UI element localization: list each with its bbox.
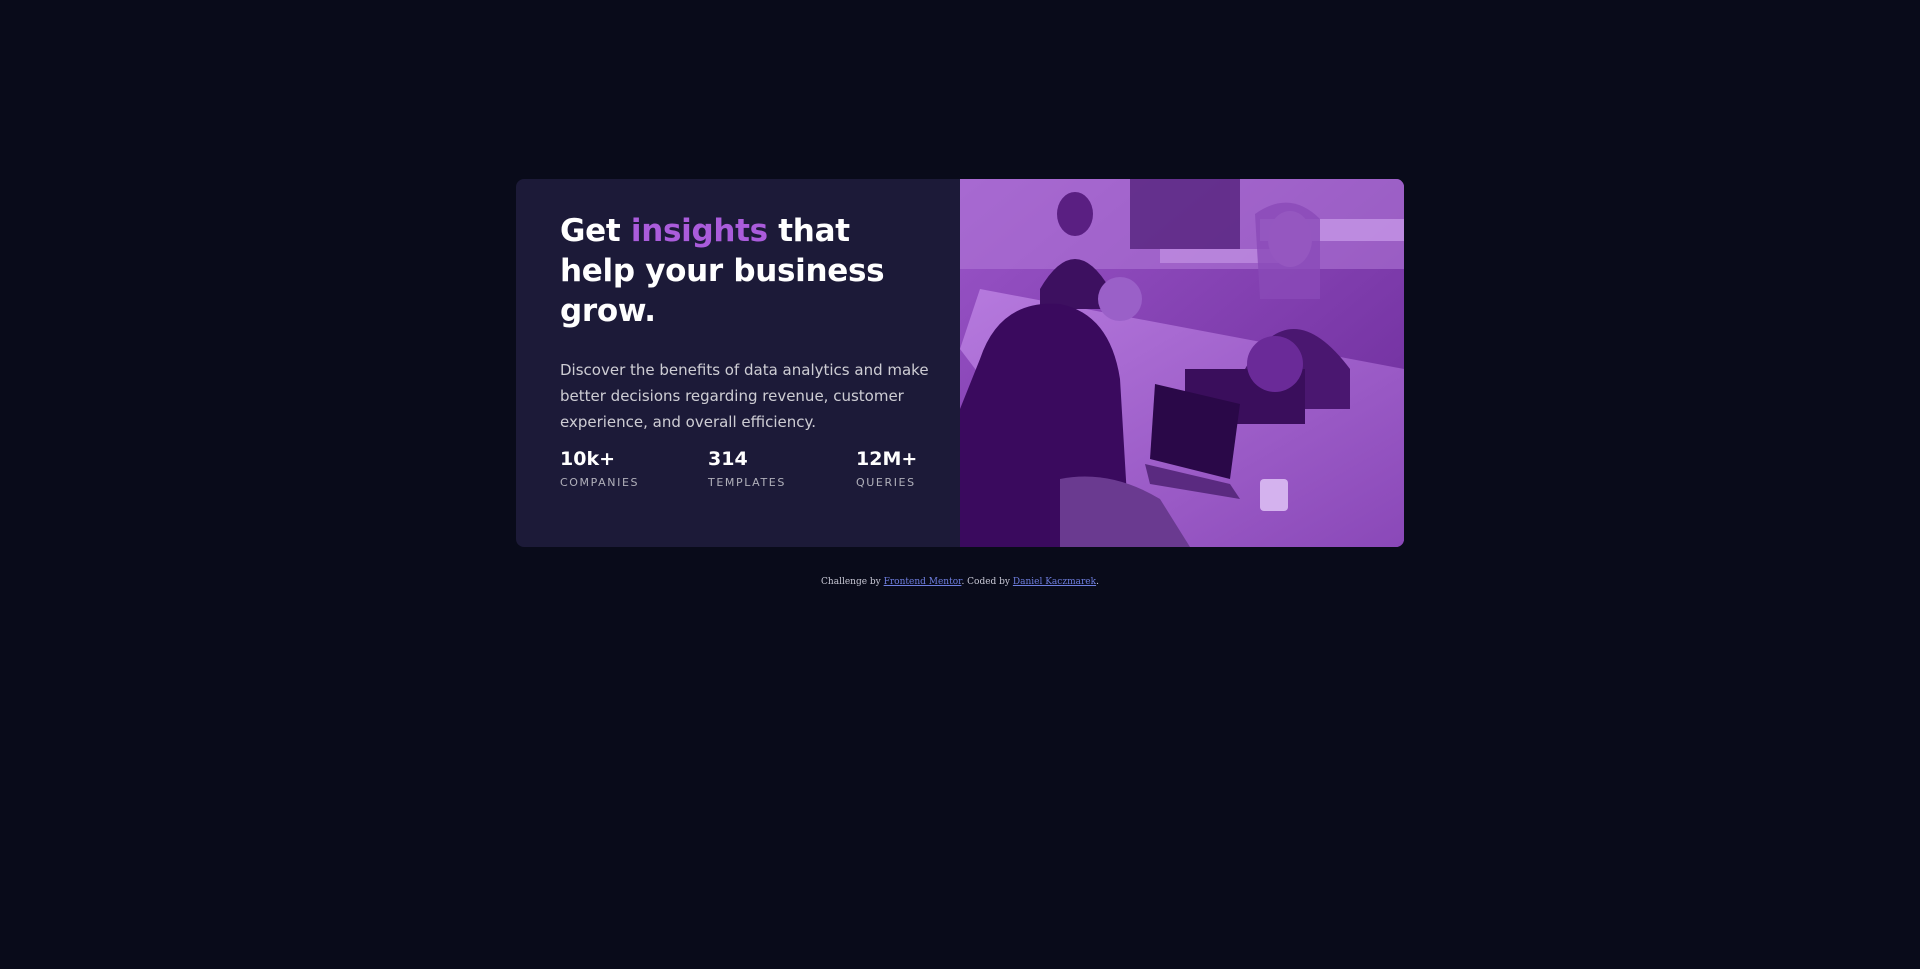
- page: Get insights that help your business gro…: [0, 0, 1920, 969]
- office-team-photo-icon: [960, 179, 1404, 547]
- stat-queries: 12M+ QUERIES: [856, 447, 930, 489]
- stats-preview-card: Get insights that help your business gro…: [516, 179, 1404, 547]
- headline-accent: insights: [630, 213, 768, 249]
- stat-value: 314: [708, 448, 748, 470]
- stats-row: 10k+ COMPANIES 314 TEMPLATES 12M+ QUERIE…: [560, 447, 930, 489]
- attribution: Challenge by Frontend Mentor. Coded by D…: [0, 577, 1920, 587]
- attribution-end-text: .: [1096, 577, 1099, 587]
- headline: Get insights that help your business gro…: [560, 211, 916, 331]
- headline-prefix: Get: [560, 213, 631, 249]
- stat-label: QUERIES: [856, 476, 916, 489]
- stat-label: TEMPLATES: [708, 476, 786, 489]
- frontend-mentor-link[interactable]: Frontend Mentor: [884, 577, 962, 587]
- card-content: Get insights that help your business gro…: [516, 179, 960, 547]
- stat-companies: 10k+ COMPANIES: [560, 447, 708, 489]
- attribution-challenge-text: Challenge by: [821, 577, 884, 587]
- stat-templates: 314 TEMPLATES: [708, 447, 856, 489]
- header-image: [960, 179, 1404, 547]
- stat-label: COMPANIES: [560, 476, 640, 489]
- stat-value: 12M+: [856, 448, 918, 470]
- attribution-coded-text: . Coded by: [961, 577, 1013, 587]
- stat-value: 10k+: [560, 448, 615, 470]
- author-link[interactable]: Daniel Kaczmarek: [1013, 577, 1096, 587]
- description: Discover the benefits of data analytics …: [560, 361, 929, 431]
